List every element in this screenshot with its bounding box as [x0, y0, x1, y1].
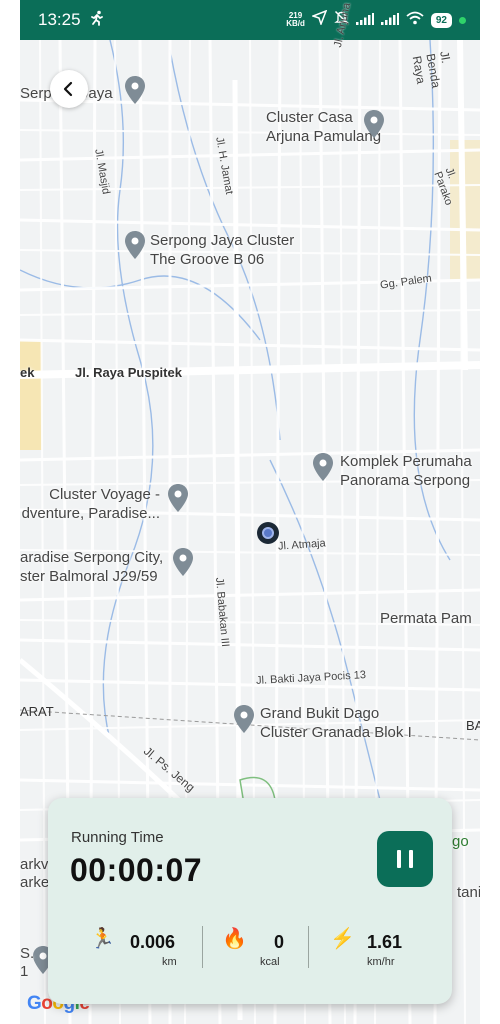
- current-location-marker: [257, 522, 279, 544]
- distance-unit: km: [162, 956, 177, 968]
- place-label: Serpong Jaya Cluster The Groove B 06: [150, 232, 295, 268]
- street-label: 1: [20, 963, 29, 980]
- map-pin-icon[interactable]: [312, 452, 334, 482]
- running-time-label: Running Time: [71, 829, 164, 846]
- running-person-icon: [89, 10, 105, 31]
- place-label: Grand Bukit Dago Cluster Granada Blok I: [260, 705, 412, 741]
- street-label: tani: [457, 884, 480, 901]
- battery-icon: 92: [430, 12, 452, 28]
- status-dot: [459, 16, 466, 24]
- signal-icon: [355, 10, 374, 30]
- signal-icon: [380, 10, 399, 30]
- runner-icon: 🏃: [90, 928, 115, 950]
- street-label: arke: [20, 874, 50, 891]
- map-pin-icon[interactable]: [363, 109, 385, 139]
- pause-icon: [393, 850, 417, 868]
- distance-stat: 🏃 0.006 km: [90, 924, 200, 972]
- running-time-value: 00:00:07: [70, 852, 203, 888]
- street-label: go: [452, 833, 469, 850]
- street-label: Jl. Benda Raya: [409, 50, 454, 90]
- fire-icon: 🔥: [222, 928, 247, 950]
- map-pin-icon[interactable]: [233, 704, 255, 734]
- street-label: ARAT: [20, 704, 54, 719]
- distance-value: 0.006: [130, 932, 176, 952]
- calories-unit: kcal: [260, 956, 280, 968]
- street-label: BA: [466, 718, 480, 733]
- street-label: arkv: [20, 856, 49, 873]
- lightning-icon: ⚡: [330, 928, 355, 950]
- place-label: aradise Serpong City, ster Balmoral J29/5…: [20, 549, 164, 585]
- divider: [308, 926, 309, 968]
- run-stats-panel: Running Time 00:00:07 🏃 0.006 km 🔥 0 kca…: [48, 798, 452, 1004]
- speed-stat: ⚡ 1.61 km/hr: [330, 924, 440, 972]
- map-pin-icon[interactable]: [124, 230, 146, 260]
- street-label: ek: [20, 365, 35, 380]
- place-label: Cluster Voyage - dventure, Paradise...: [21, 486, 160, 522]
- wifi-icon: [406, 10, 424, 30]
- status-bar: 13:25 219 KB/d 92: [20, 0, 480, 40]
- chevron-left-icon: [63, 81, 73, 97]
- map-pin-icon[interactable]: [172, 547, 194, 577]
- back-button[interactable]: [50, 70, 88, 108]
- place-label: Permata Pam: [380, 610, 472, 627]
- calories-value: 0: [274, 932, 285, 952]
- app-frame: 13:25 219 KB/d 92 Serpong Jaya Cluster C…: [20, 0, 480, 1024]
- speed-value: 1.61: [367, 932, 403, 952]
- speed-unit: km/hr: [367, 956, 395, 968]
- navigation-arrow-icon: [310, 9, 328, 30]
- divider: [202, 926, 203, 968]
- pause-button[interactable]: [377, 831, 433, 887]
- calories-stat: 🔥 0 kcal: [222, 924, 312, 972]
- map-pin-icon[interactable]: [124, 75, 146, 105]
- net-speed: 219 KB/d: [286, 11, 305, 28]
- place-label: Komplek Perumaha Panorama Serpong: [340, 453, 472, 489]
- status-time: 13:25: [38, 10, 81, 29]
- street-label: S.: [20, 945, 35, 962]
- map-pin-icon[interactable]: [167, 483, 189, 513]
- street-label: Jl. Raya Puspitek: [75, 365, 182, 380]
